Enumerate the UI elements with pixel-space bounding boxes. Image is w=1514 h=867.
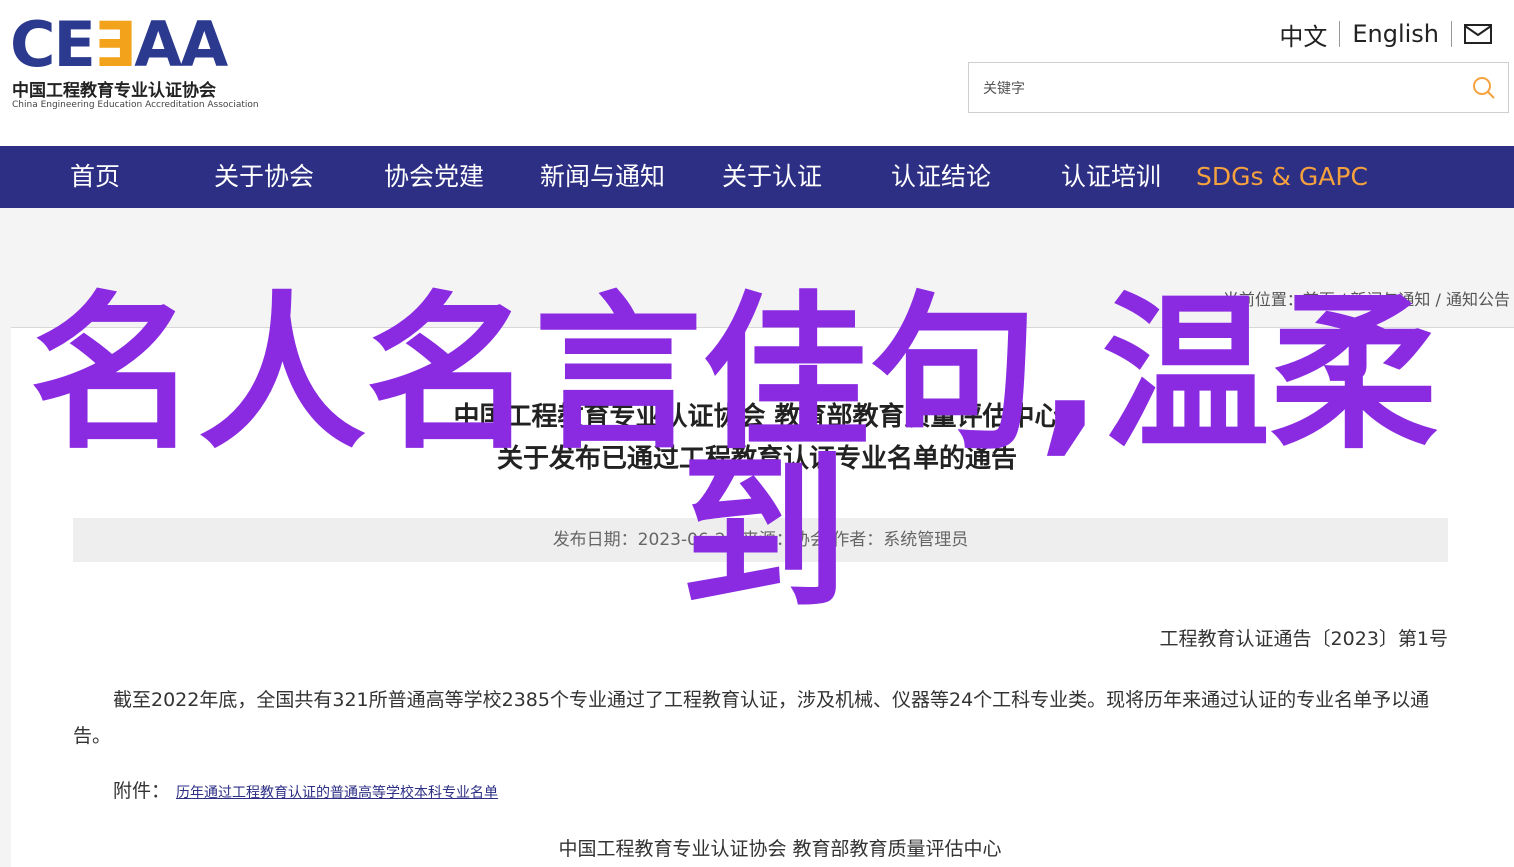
article-paragraph: 截至2022年底，全国共有321所普通高等学校2385个专业通过了工程教育认证，… [73,689,1430,747]
attachment-label: 附件： [113,780,171,802]
overlay-text-line2: 到 [680,436,848,632]
mail-icon[interactable] [1464,24,1492,44]
nav-item-about-association[interactable]: 关于协会 [214,146,314,208]
nav-item-accreditation-results[interactable]: 认证结论 [891,146,991,208]
logo-mark: CE∃AA [10,14,228,76]
logo-english-name: China Engineering Education Accreditatio… [12,100,259,110]
nav-item-about-accreditation[interactable]: 关于认证 [722,146,822,208]
nav-item-party-building[interactable]: 协会党建 [384,146,484,208]
logo-chinese-name: 中国工程教育专业认证协会 [12,81,216,101]
nav-item-news[interactable]: 新闻与通知 [540,146,665,208]
lang-chinese-link[interactable]: 中文 [1279,17,1327,52]
lang-divider [1339,21,1341,47]
article-signature: 中国工程教育专业认证协会 教育部教育质量评估中心 [558,838,1002,860]
notice-number: 工程教育认证通告〔2023〕第1号 [1159,628,1448,650]
logo-mark-aa: AA [134,8,228,81]
lang-divider [1451,21,1452,47]
nav-item-home[interactable]: 首页 [70,146,120,208]
main-navigation: 首页 关于协会 协会党建 新闻与通知 关于认证 认证结论 认证培训 SDGs &… [0,146,1514,208]
search-icon[interactable] [1472,76,1496,100]
search-input[interactable] [981,75,1455,103]
attachment-row: 附件： 历年通过工程教育认证的普通高等学校本科专业名单 [113,776,498,803]
nav-item-training[interactable]: 认证培训 [1061,146,1161,208]
logo-mark-c: CE [10,8,96,81]
attachment-link[interactable]: 历年通过工程教育认证的普通高等学校本科专业名单 [176,785,498,801]
search-box [968,62,1509,113]
logo-mark-e: ∃ [93,8,136,81]
language-switcher: 中文 English [1279,17,1492,52]
lang-english-link[interactable]: English [1352,20,1439,48]
site-header: CE∃AA 中国工程教育专业认证协会 China Engineering Edu… [0,0,1514,146]
overlay-text-line1: 名人名言佳句,温柔 [30,276,1438,472]
nav-item-sdgs-gapc[interactable]: SDGs & GAPC [1196,146,1368,208]
site-logo[interactable]: CE∃AA 中国工程教育专业认证协会 China Engineering Edu… [10,14,270,114]
